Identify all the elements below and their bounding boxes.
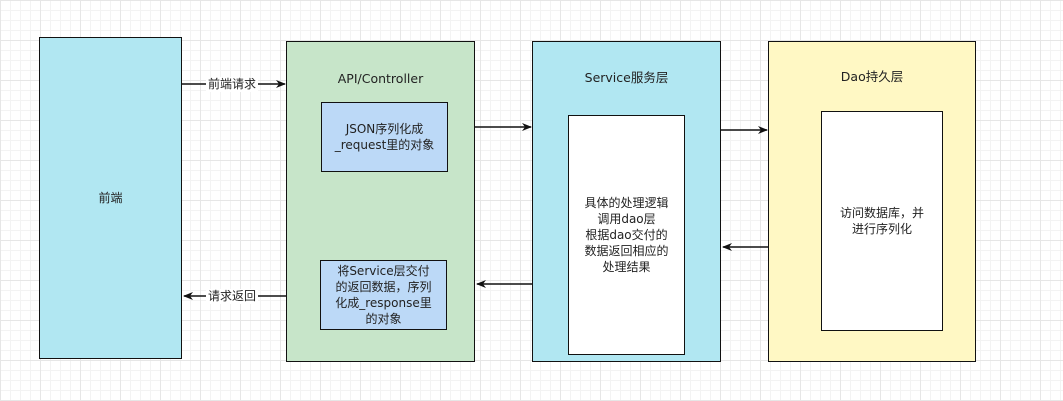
connector-layer <box>182 80 768 300</box>
request-edge-label: 前端请求 <box>206 77 259 92</box>
return-edge-label: 请求返回 <box>206 289 259 304</box>
